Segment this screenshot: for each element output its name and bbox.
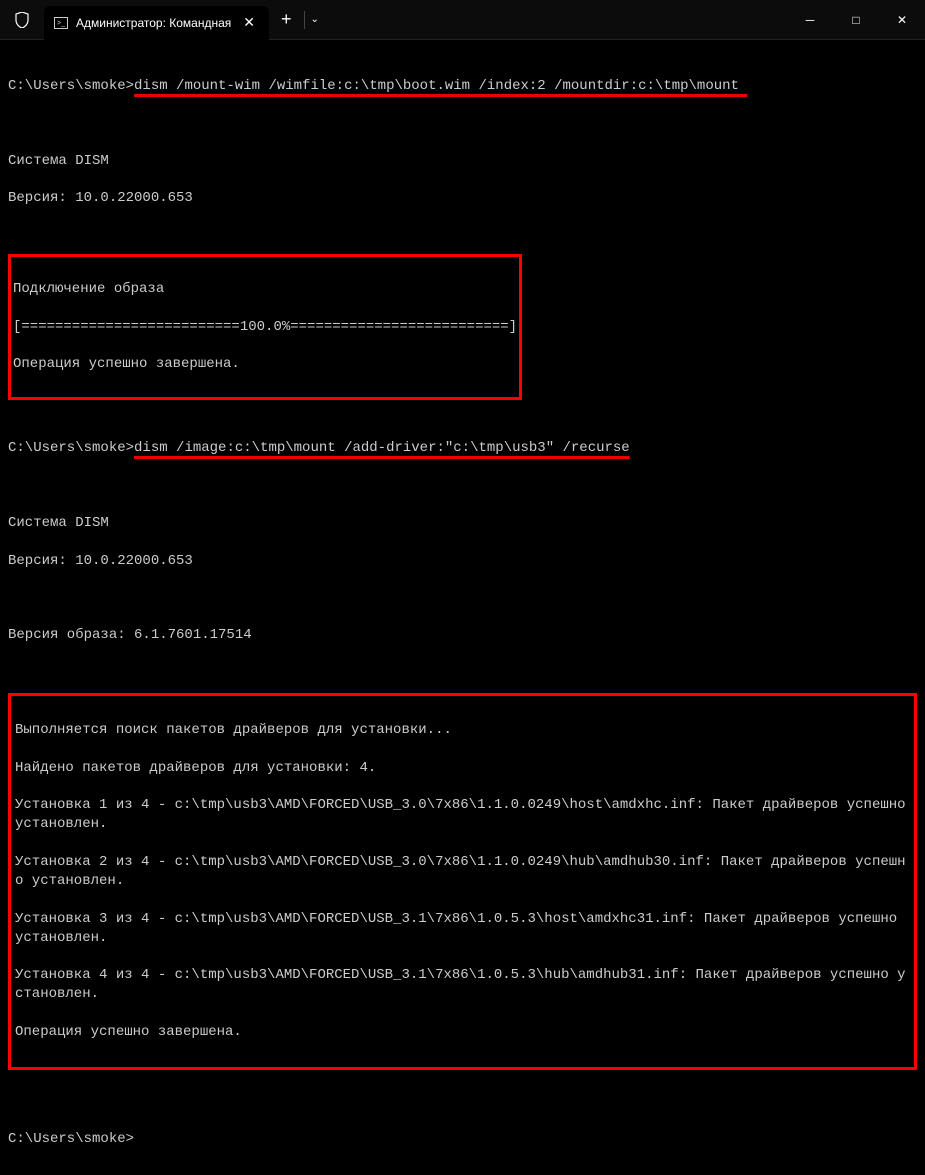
output-line: Версия образа: 6.1.7601.17514 [8,626,917,645]
shield-icon [14,12,30,28]
terminal-output[interactable]: C:\Users\smoke> dism /mount-wim /wimfile:… [0,40,925,1175]
command-1: dism /mount-wim /wimfile:c:\tmp\boot.wim… [134,78,747,94]
highlight-box-2: Выполняется поиск пакетов драйверов для … [8,693,917,1070]
active-tab[interactable]: >_ Администратор: Командная ✕ [44,6,269,40]
terminal-icon: >_ [54,16,68,30]
new-tab-button[interactable]: + [269,9,304,30]
command-2: dism /image:c:\tmp\mount /add-driver:"c:… [134,440,630,456]
output-line: Установка 1 из 4 - c:\tmp\usb3\AMD\FORCE… [15,796,910,834]
output-line: Cистема DISM [8,514,917,533]
minimize-button[interactable]: ─ [787,0,833,40]
output-line: Установка 4 из 4 - c:\tmp\usb3\AMD\FORCE… [15,966,910,1004]
highlight-box-1: Подключение образа [====================… [8,254,522,400]
prompt-line: C:\Users\smoke> [8,1130,917,1149]
output-line: Операция успешно завершена. [13,355,517,374]
prompt-line: C:\Users\smoke>dism /mount-wim /wimfile:… [8,77,917,96]
tab-close-button[interactable]: ✕ [239,14,259,31]
output-line: Найдено пакетов драйверов для установки:… [15,759,910,778]
title-bar: >_ Администратор: Командная ✕ + ⌄ ─ □ ✕ [0,0,925,40]
output-line: Версия: 10.0.22000.653 [8,189,917,208]
tab-dropdown-button[interactable]: ⌄ [305,14,325,25]
tab-title: Администратор: Командная [76,16,231,30]
svg-text:>_: >_ [57,20,65,27]
output-line: Cистема DISM [8,152,917,171]
output-line: Подключение образа [13,280,517,299]
output-line: Выполняется поиск пакетов драйверов для … [15,721,910,740]
output-line: Операция успешно завершена. [15,1023,910,1042]
output-line: Установка 2 из 4 - c:\tmp\usb3\AMD\FORCE… [15,853,910,891]
output-line: Установка 3 из 4 - c:\tmp\usb3\AMD\FORCE… [15,910,910,948]
maximize-button[interactable]: □ [833,0,879,40]
close-button[interactable]: ✕ [879,0,925,40]
output-line: [==========================100.0%=======… [13,318,517,337]
output-line: Версия: 10.0.22000.653 [8,552,917,571]
prompt-line: C:\Users\smoke>dism /image:c:\tmp\mount … [8,439,917,458]
